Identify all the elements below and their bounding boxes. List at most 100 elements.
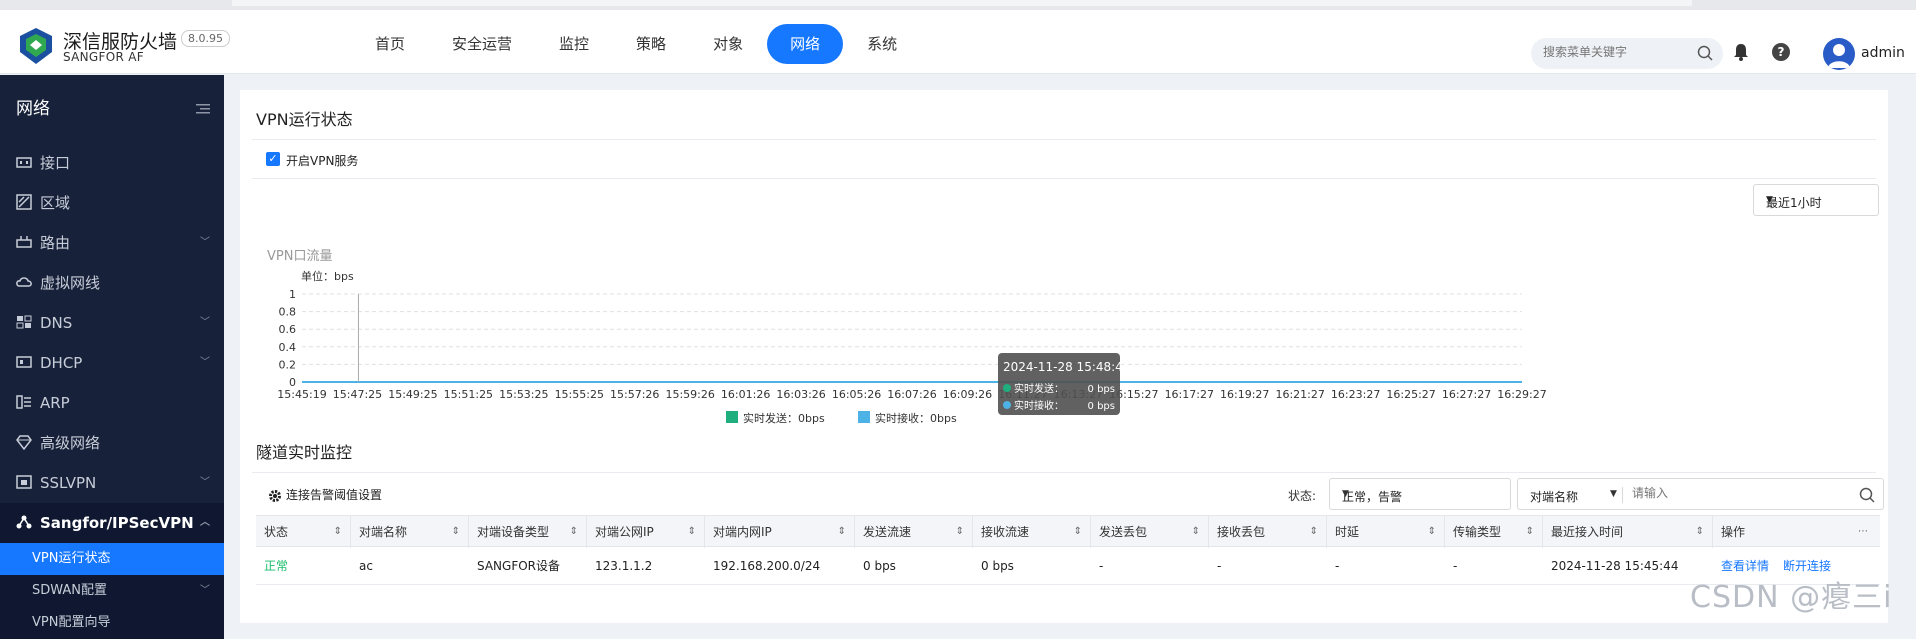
avatar[interactable] [1823, 38, 1855, 70]
nav-5[interactable]: 网络 [767, 24, 844, 64]
column-header[interactable]: 操作 ⋯ [1713, 516, 1876, 548]
sidebar-item-5[interactable]: DHCP ﹀ [0, 343, 224, 383]
sort-icon[interactable]: ⇕ [1074, 516, 1082, 548]
sort-icon[interactable]: ⇕ [1526, 516, 1534, 548]
sidebar-item-4[interactable]: DNS ﹀ [0, 303, 224, 343]
x-tick-label: 15:59:26 [665, 388, 714, 401]
tooltip-send-value: 0 bps [1088, 384, 1115, 395]
legend-label[interactable]: 实时接收：0bps [875, 411, 957, 425]
x-tick-label: 16:03:26 [776, 388, 825, 401]
column-header-label: 发送流速 [863, 525, 912, 539]
view-details-link[interactable]: 查看详情 [1721, 559, 1769, 573]
bell-icon[interactable] [1733, 43, 1749, 61]
table-row: 正常 ac SANGFOR设备 123.1.1.2 192.168.200.0/24 0 … [256, 547, 1880, 585]
column-header[interactable]: 对端内网IP ⇕ [705, 516, 855, 548]
peer-field-select[interactable]: 对端名称 [1530, 488, 1578, 505]
route-icon [16, 235, 32, 248]
more-icon[interactable]: ⋯ [1858, 516, 1868, 548]
column-header[interactable]: 接收流速 ⇕ [973, 516, 1091, 548]
chevron-down-icon: ﹀ [200, 477, 210, 488]
sidebar-item-1[interactable]: 区域 [0, 183, 224, 223]
legend-label[interactable]: 实时发送：0bps [743, 411, 825, 425]
chevron-down-icon: ﹀ [200, 357, 210, 368]
sidebar-item-6[interactable]: ARP [0, 383, 224, 423]
status-filter-select[interactable]: 正常，告警 ▼ [1329, 478, 1511, 510]
sidebar-sub-0[interactable]: VPN运行状态 [0, 543, 224, 575]
column-header[interactable]: 对端名称 ⇕ [351, 516, 469, 548]
column-header-label: 操作 [1721, 525, 1746, 539]
sidebar-item-0[interactable]: 接口 [0, 143, 224, 183]
nav-0[interactable]: 首页 [352, 24, 428, 64]
sort-icon[interactable]: ⇕ [956, 516, 964, 548]
sort-icon[interactable]: ⇕ [452, 516, 460, 548]
nav-3[interactable]: 策略 [613, 24, 689, 64]
menu-collapse-icon[interactable] [196, 103, 210, 115]
chevron-down-icon: ﹀ [200, 585, 210, 596]
nav-4[interactable]: 对象 [690, 24, 766, 64]
sidebar-item-label: 区域 [40, 194, 71, 212]
column-header[interactable]: 对端设备类型 ⇕ [469, 516, 587, 548]
sort-icon[interactable]: ⇕ [570, 516, 578, 548]
search-icon[interactable] [1859, 487, 1875, 503]
y-tick-label: 0.2 [279, 358, 297, 371]
ipsecvpn-icon [16, 515, 32, 528]
sort-icon[interactable]: ⇕ [1192, 516, 1200, 548]
sidebar-item-label: 高级网络 [40, 434, 101, 452]
x-tick-label: 16:23:27 [1331, 388, 1380, 401]
sidebar-item-8[interactable]: SSLVPN ﹀ [0, 463, 224, 503]
table-cell: 0 bps [863, 559, 896, 573]
x-tick-label: 16:01:26 [721, 388, 770, 401]
disconnect-link[interactable]: 断开连接 [1783, 559, 1831, 573]
legend-swatch[interactable] [726, 411, 738, 423]
column-header[interactable]: 发送流速 ⇕ [855, 516, 973, 548]
column-header[interactable]: 传输类型 ⇕ [1445, 516, 1543, 548]
sort-icon[interactable]: ⇕ [334, 516, 342, 548]
sidebar-sub-1[interactable]: SDWAN配置 ﹀ [0, 575, 224, 607]
chevron-down-icon: ﹀ [200, 237, 210, 248]
menu-search[interactable] [1531, 38, 1723, 69]
section-title-tunnel: 隧道实时监控 [256, 443, 353, 462]
time-range-select[interactable]: 最近1小时 ▼ [1753, 184, 1879, 216]
sort-icon[interactable]: ⇕ [1696, 516, 1704, 548]
column-header-label: 对端名称 [359, 525, 408, 539]
user-name[interactable]: admin [1861, 45, 1905, 61]
table-cell: 123.1.1.2 [595, 559, 653, 573]
search-input[interactable] [1543, 45, 1693, 59]
sidebar-item-9[interactable]: Sangfor/IPSecVPN ︿ [0, 503, 224, 543]
sort-icon[interactable]: ⇕ [1428, 516, 1436, 548]
help-icon[interactable]: ? [1772, 43, 1790, 61]
nav-6[interactable]: 系统 [844, 24, 920, 64]
sidebar-sub-2[interactable]: VPN配置向导 [0, 607, 224, 639]
chevron-up-icon: ︿ [200, 517, 210, 528]
x-tick-label: 15:53:25 [499, 388, 548, 401]
column-header[interactable]: 时延 ⇕ [1327, 516, 1445, 548]
enable-vpn-checkbox[interactable]: ✓ [266, 152, 280, 166]
alarm-settings-button[interactable]: 连接告警阈值设置 [268, 486, 382, 503]
sort-icon[interactable]: ⇕ [1310, 516, 1318, 548]
sidebar-item-2[interactable]: 路由 ﹀ [0, 223, 224, 263]
sidebar-item-7[interactable]: 高级网络 [0, 423, 224, 463]
alarm-settings-label: 连接告警阈值设置 [286, 488, 383, 502]
column-header[interactable]: 接收丢包 ⇕ [1209, 516, 1327, 548]
sidebar-item-label: DNS [40, 314, 73, 332]
column-header[interactable]: 最近接入时间 ⇕ [1543, 516, 1713, 548]
nav-1[interactable]: 安全运营 [429, 24, 535, 64]
y-tick-label: 1 [289, 288, 296, 301]
x-tick-label: 16:05:26 [832, 388, 881, 401]
column-header[interactable]: 发送丢包 ⇕ [1091, 516, 1209, 548]
x-tick-label: 16:17:27 [1165, 388, 1214, 401]
column-header[interactable]: 对端公网IP ⇕ [587, 516, 705, 548]
x-tick-label: 16:19:27 [1220, 388, 1269, 401]
divider [252, 472, 1876, 473]
search-icon[interactable] [1697, 45, 1713, 61]
sidebar-item-3[interactable]: 虚拟网线 [0, 263, 224, 303]
sidebar-item-label: 接口 [40, 154, 71, 172]
sort-icon[interactable]: ⇕ [688, 516, 696, 548]
peer-search-input[interactable] [1632, 486, 1832, 500]
sort-icon[interactable]: ⇕ [838, 516, 846, 548]
column-header[interactable]: 状态 ⇕ [256, 516, 351, 548]
nav-2[interactable]: 监控 [536, 24, 612, 64]
brand-sub: SANGFOR AF [63, 50, 144, 64]
legend-swatch[interactable] [858, 411, 870, 423]
divider [252, 139, 1876, 140]
